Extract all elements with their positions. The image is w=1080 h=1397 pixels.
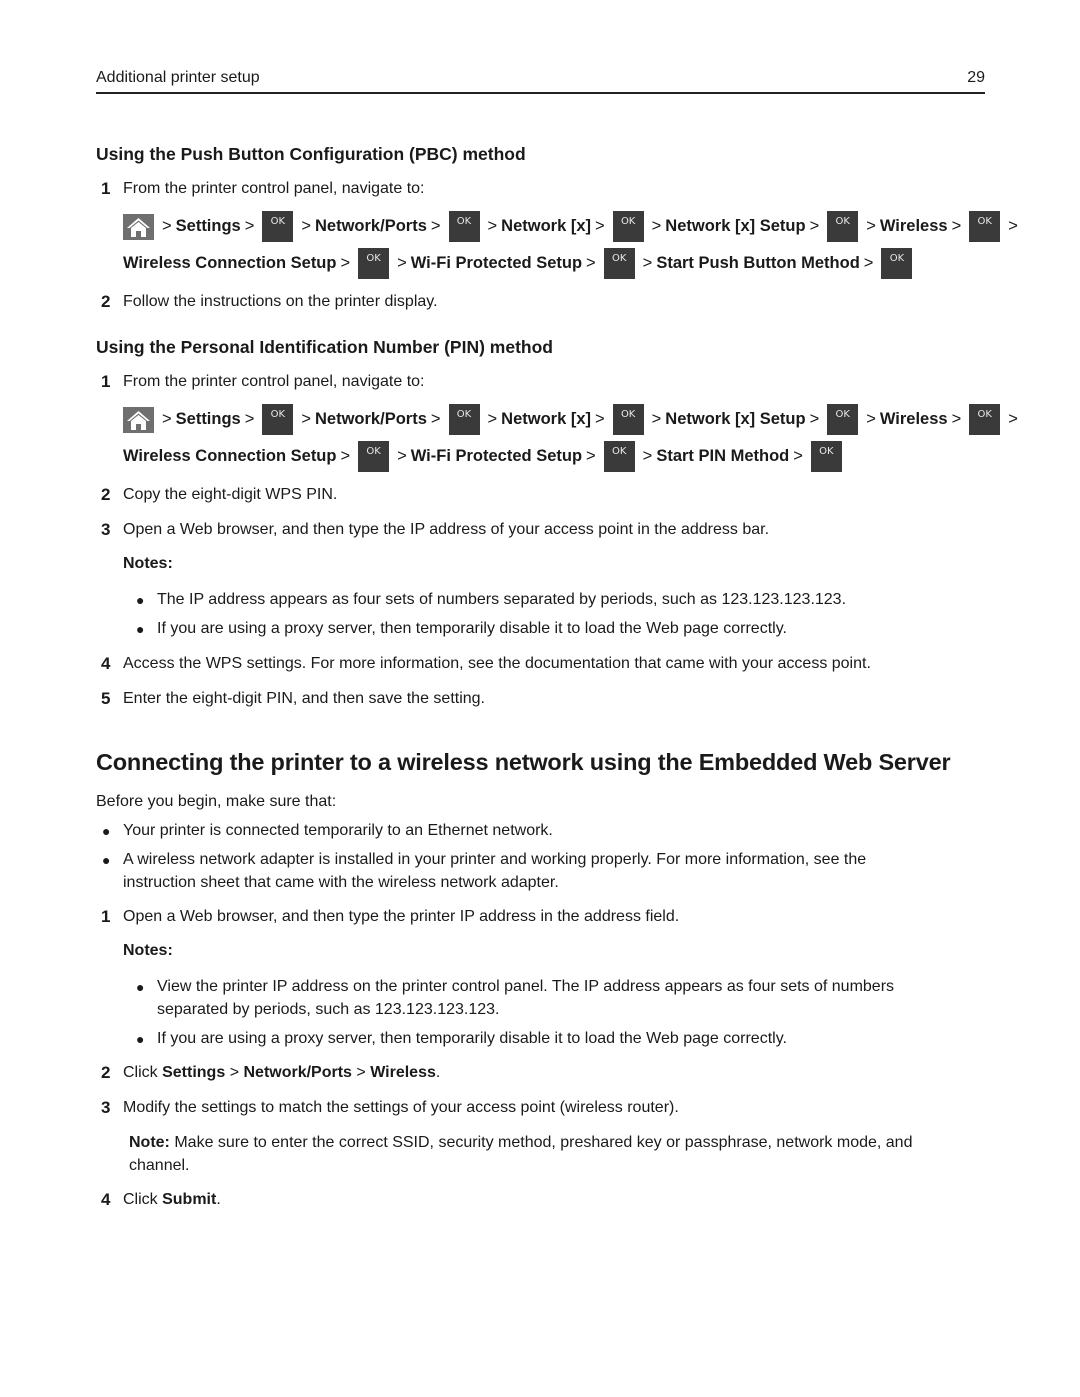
pbc-heading: Using the Push Button Configuration (PBC…	[96, 144, 526, 164]
ok-button-icon: OK	[969, 404, 1001, 435]
pin-step4: Access the WPS settings. For more inform…	[123, 655, 871, 672]
pin-nav-path-2: Wireless Connection Setup > OK > Wi-Fi P…	[123, 441, 846, 472]
page-header: Additional printer setup 29	[96, 68, 985, 94]
ews-prereq-2-cont: instruction sheet that came with the wir…	[123, 874, 559, 891]
pin-step2: Copy the eight-digit WPS PIN.	[123, 486, 338, 503]
nav-wireless-connection-setup: Wireless Connection Setup	[123, 447, 337, 465]
pin-nav-path-1: > Settings > OK > Network/Ports > OK > N…	[123, 404, 1022, 435]
nav-network-x: Network [x]	[501, 410, 592, 428]
ok-button-icon: OK	[810, 441, 842, 472]
nav-network-x-setup: Network [x] Setup	[665, 410, 806, 428]
ews-intro: Before you begin, make sure that:	[96, 793, 337, 810]
path-wireless: Wireless	[370, 1064, 436, 1081]
pin-step1: From the printer control panel, navigate…	[123, 373, 425, 390]
nav-wifi-protected-setup: Wi-Fi Protected Setup	[410, 447, 583, 465]
step-number: 2	[101, 292, 111, 311]
ews-step4: Click Submit.	[123, 1191, 221, 1208]
bullet-icon: ●	[136, 592, 145, 608]
path-network-ports: Network/Ports	[243, 1064, 352, 1081]
pin-note-1: The IP address appears as four sets of n…	[157, 591, 847, 608]
pin-step5: Enter the eight-digit PIN, and then save…	[123, 690, 485, 707]
nav-network-x-setup: Network [x] Setup	[665, 217, 806, 235]
step-number: 1	[101, 179, 111, 198]
nav-wireless: Wireless	[879, 217, 948, 235]
ok-button-icon: OK	[262, 404, 294, 435]
ews-step2: Click Settings > Network/Ports > Wireles…	[123, 1064, 441, 1081]
ok-button-icon: OK	[603, 441, 635, 472]
step-number: 2	[101, 485, 111, 504]
pbc-step1: From the printer control panel, navigate…	[123, 180, 425, 197]
step-number: 1	[101, 907, 111, 926]
ews-heading: Connecting the printer to a wireless net…	[96, 749, 951, 775]
ok-button-icon: OK	[358, 441, 390, 472]
ok-button-icon: OK	[603, 248, 635, 279]
nav-settings: Settings	[175, 410, 241, 428]
ok-button-icon: OK	[969, 211, 1001, 242]
ews-prereq-2: A wireless network adapter is installed …	[123, 851, 867, 868]
home-icon	[123, 406, 154, 433]
step-number: 1	[101, 372, 111, 391]
pin-step3: Open a Web browser, and then type the IP…	[123, 521, 770, 538]
notes-label: Notes:	[123, 942, 173, 959]
notes-label: Notes:	[123, 555, 173, 572]
nav-start-push-button: Start Push Button Method	[656, 254, 860, 272]
ews-note-1: View the printer IP address on the print…	[157, 978, 895, 995]
bullet-icon: ●	[102, 823, 111, 839]
ok-button-icon: OK	[881, 248, 913, 279]
nav-wireless: Wireless	[879, 410, 948, 428]
bullet-icon: ●	[136, 979, 145, 995]
ok-button-icon: OK	[262, 211, 294, 242]
ok-button-icon: OK	[612, 211, 644, 242]
step-number: 2	[101, 1063, 111, 1082]
ews-note-2: If you are using a proxy server, then te…	[157, 1030, 787, 1047]
nav-network-x: Network [x]	[501, 217, 592, 235]
bullet-icon: ●	[102, 852, 111, 868]
page-number: 29	[967, 69, 985, 86]
step-number: 3	[101, 1098, 111, 1117]
ews-note-1-cont: separated by periods, such as 123.123.12…	[157, 1001, 500, 1018]
ews-note: Note: Make sure to enter the correct SSI…	[129, 1134, 913, 1151]
ok-button-icon: OK	[358, 248, 390, 279]
step-number: 3	[101, 520, 111, 539]
path-settings: Settings	[162, 1064, 226, 1081]
step-number: 4	[101, 654, 111, 673]
ews-step3: Modify the settings to match the setting…	[123, 1099, 679, 1116]
ok-button-icon: OK	[448, 404, 480, 435]
nav-network-ports: Network/Ports	[315, 217, 427, 235]
pbc-nav-path-1: > Settings > OK > Network/Ports > OK > N…	[123, 211, 1022, 242]
section-title: Additional printer setup	[96, 69, 260, 86]
nav-wireless-connection-setup: Wireless Connection Setup	[123, 254, 337, 272]
ok-button-icon: OK	[827, 211, 859, 242]
ews-step1: Open a Web browser, and then type the pr…	[123, 908, 680, 925]
nav-settings: Settings	[175, 217, 241, 235]
nav-start-pin-method: Start PIN Method	[656, 447, 790, 465]
step-number: 5	[101, 689, 111, 708]
ok-button-icon: OK	[827, 404, 859, 435]
bullet-icon: ●	[136, 621, 145, 637]
submit-label: Submit	[162, 1191, 217, 1208]
step-number: 4	[101, 1190, 111, 1209]
pin-heading: Using the Personal Identification Number…	[96, 337, 553, 357]
ews-prereq-1: Your printer is connected temporarily to…	[123, 822, 553, 839]
home-icon	[123, 213, 154, 240]
pbc-nav-path-2: Wireless Connection Setup > OK > Wi-Fi P…	[123, 248, 916, 279]
bullet-icon: ●	[136, 1031, 145, 1047]
ok-button-icon: OK	[448, 211, 480, 242]
pbc-step2: Follow the instructions on the printer d…	[123, 293, 438, 310]
nav-network-ports: Network/Ports	[315, 410, 427, 428]
ews-note-cont: channel.	[129, 1157, 190, 1174]
ok-button-icon: OK	[612, 404, 644, 435]
pin-note-2: If you are using a proxy server, then te…	[157, 620, 787, 637]
nav-wifi-protected-setup: Wi-Fi Protected Setup	[410, 254, 583, 272]
